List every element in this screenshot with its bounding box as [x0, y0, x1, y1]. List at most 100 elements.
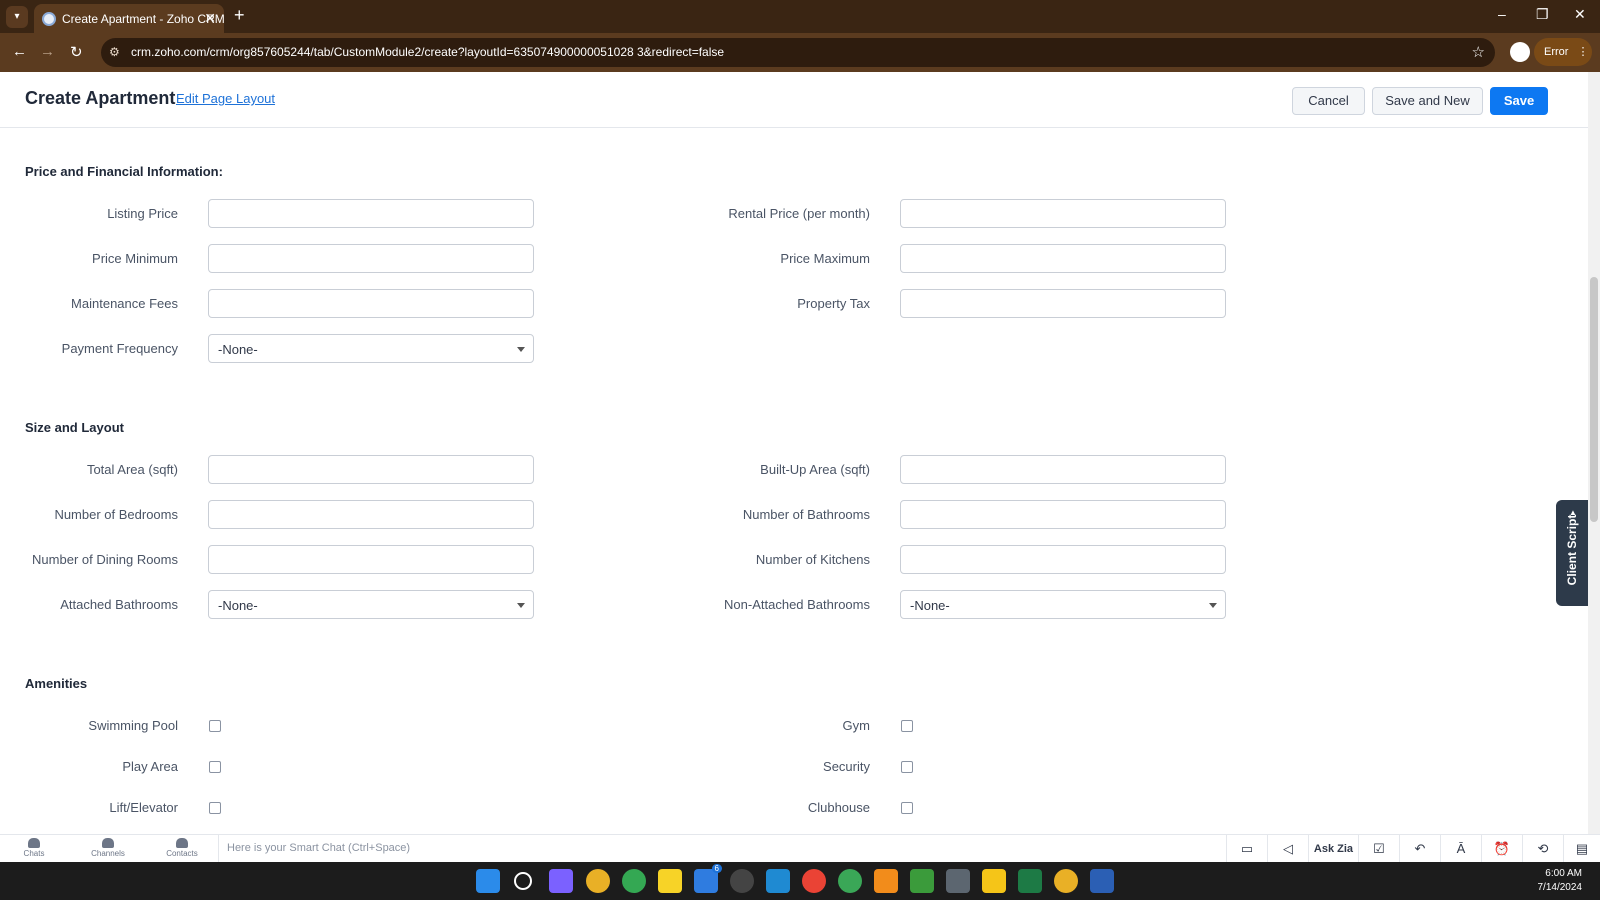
label-built-up-area: Built-Up Area (sqft)	[760, 462, 870, 477]
total-area-input[interactable]	[208, 455, 534, 484]
client-script-panel-toggle[interactable]: ▲ Client Script	[1556, 500, 1588, 606]
chrome-icon[interactable]	[586, 869, 610, 893]
chats-button[interactable]: Chats	[14, 838, 54, 858]
nvidia-icon[interactable]	[910, 869, 934, 893]
built-up-area-input[interactable]	[900, 455, 1226, 484]
restore-icon[interactable]: ❐	[1536, 6, 1549, 23]
label-swimming-pool: Swimming Pool	[88, 718, 178, 733]
client-script-label: Client Script	[1565, 514, 1579, 586]
bedrooms-input[interactable]	[208, 500, 534, 529]
notes-icon[interactable]: ▤	[1563, 835, 1600, 863]
dropdown-caret-icon	[517, 603, 525, 608]
checklist-icon[interactable]: ☑	[1358, 835, 1399, 863]
forward-arrow-icon[interactable]: →	[40, 43, 55, 60]
windows-start-icon[interactable]	[476, 869, 500, 893]
url-field[interactable]: ⚙ crm.zoho.com/crm/org857605244/tab/Cust…	[101, 38, 1495, 67]
page-scrollbar[interactable]	[1588, 72, 1600, 834]
non-attached-bathrooms-value: -None-	[910, 598, 950, 613]
reload-icon[interactable]: ↻	[70, 43, 83, 61]
scrollbar-thumb[interactable]	[1590, 277, 1598, 522]
smart-chat-input[interactable]: Here is your Smart Chat (Ctrl+Space)	[218, 835, 1226, 863]
play-area-checkbox[interactable]	[209, 761, 221, 773]
tab-close-icon[interactable]: ✕	[204, 10, 216, 27]
maintenance-fees-input[interactable]	[208, 289, 534, 318]
ask-zia-button[interactable]: Ask Zia	[1308, 835, 1358, 863]
lift-elevator-checkbox[interactable]	[209, 802, 221, 814]
label-rental-price: Rental Price (per month)	[728, 206, 870, 221]
chrome-alt-icon[interactable]	[802, 869, 826, 893]
file-explorer-icon[interactable]	[982, 869, 1006, 893]
cancel-button[interactable]: Cancel	[1292, 87, 1365, 115]
payment-frequency-value: -None-	[218, 342, 258, 357]
section-title-amenities: Amenities	[25, 676, 88, 691]
profile-error-button[interactable]: Error ⋮	[1534, 38, 1592, 66]
edit-page-layout-link[interactable]: Edit Page Layout	[176, 91, 275, 106]
window-close-icon[interactable]: ✕	[1574, 6, 1586, 23]
attached-bathrooms-select[interactable]: -None-	[208, 590, 534, 619]
label-price-maximum: Price Maximum	[780, 251, 870, 266]
label-payment-frequency: Payment Frequency	[61, 341, 178, 356]
browser-tab-active[interactable]: Create Apartment - Zoho CRM ✕	[34, 4, 225, 33]
label-security: Security	[823, 759, 870, 774]
screen-share-icon[interactable]: ▭	[1226, 835, 1267, 863]
security-checkbox[interactable]	[901, 761, 913, 773]
system-clock[interactable]: 6:00 AM 7/14/2024	[1538, 867, 1583, 895]
translate-icon[interactable]: Ā	[1440, 835, 1481, 863]
form-header: Create Apartment Edit Page Layout Cancel…	[0, 72, 1588, 128]
vlc-icon[interactable]	[874, 869, 898, 893]
listing-price-input[interactable]	[208, 199, 534, 228]
smart-chat-bar: Chats Channels Contacts Here is your Sma…	[0, 834, 1600, 863]
word-icon[interactable]	[1090, 869, 1114, 893]
calculator-icon[interactable]	[946, 869, 970, 893]
swimming-pool-checkbox[interactable]	[209, 720, 221, 732]
announcement-icon[interactable]: ◁	[1267, 835, 1308, 863]
edge-icon[interactable]	[838, 869, 862, 893]
price-minimum-input[interactable]	[208, 244, 534, 273]
back-arrow-icon[interactable]: ←	[12, 43, 27, 60]
smart-chat-placeholder: Here is your Smart Chat (Ctrl+Space)	[227, 842, 411, 854]
kebab-menu-icon[interactable]: ⋮	[1578, 46, 1589, 58]
page-title: Create Apartment	[25, 88, 176, 108]
payment-frequency-select[interactable]: -None-	[208, 334, 534, 363]
property-tax-input[interactable]	[900, 289, 1226, 318]
mail-icon[interactable]: 6	[694, 864, 722, 893]
history-icon[interactable]: ⟲	[1522, 835, 1563, 863]
label-clubhouse: Clubhouse	[807, 800, 870, 815]
tab-title: Create Apartment - Zoho CRM	[62, 12, 225, 26]
chats-icon	[28, 838, 40, 848]
sticky-notes-icon[interactable]	[658, 869, 682, 893]
copilot-icon[interactable]	[549, 869, 573, 893]
bathrooms-input[interactable]	[900, 500, 1226, 529]
gear-app-icon[interactable]	[730, 869, 754, 893]
profile-error-label: Error	[1544, 46, 1569, 58]
save-and-new-button[interactable]: Save and New	[1372, 87, 1483, 115]
clock-date: 7/14/2024	[1537, 882, 1583, 893]
channels-button[interactable]: Channels	[88, 838, 128, 858]
excel-icon[interactable]	[1018, 869, 1042, 893]
contacts-button[interactable]: Contacts	[162, 838, 202, 858]
minimize-icon[interactable]: –	[1498, 6, 1506, 22]
chrome-active-icon[interactable]	[1054, 869, 1078, 893]
label-attached-bathrooms: Attached Bathrooms	[60, 597, 178, 612]
profile-avatar-icon[interactable]	[1510, 42, 1530, 62]
url-text: crm.zoho.com/crm/org857605244/tab/Custom…	[131, 45, 725, 59]
search-icon[interactable]	[514, 872, 532, 890]
undo-arrow-icon[interactable]: ↶	[1399, 835, 1440, 863]
rental-price-input[interactable]	[900, 199, 1226, 228]
dining-rooms-input[interactable]	[208, 545, 534, 574]
vscode-icon[interactable]	[766, 869, 790, 893]
alarm-clock-icon[interactable]: ⏰	[1481, 835, 1522, 863]
bookmark-star-icon[interactable]: ☆	[1472, 43, 1485, 61]
price-maximum-input[interactable]	[900, 244, 1226, 273]
chrome-profile-icon[interactable]	[622, 869, 646, 893]
tab-list-chevron-icon[interactable]: ▾	[6, 6, 28, 28]
save-button[interactable]: Save	[1490, 87, 1548, 115]
site-info-icon[interactable]: ⚙	[109, 45, 120, 59]
gym-checkbox[interactable]	[901, 720, 913, 732]
kitchens-input[interactable]	[900, 545, 1226, 574]
new-tab-plus-icon[interactable]: +	[234, 5, 245, 26]
label-non-attached-bathrooms: Non-Attached Bathrooms	[724, 597, 870, 612]
clock-time: 6:00 AM	[1545, 868, 1582, 879]
non-attached-bathrooms-select[interactable]: -None-	[900, 590, 1226, 619]
clubhouse-checkbox[interactable]	[901, 802, 913, 814]
